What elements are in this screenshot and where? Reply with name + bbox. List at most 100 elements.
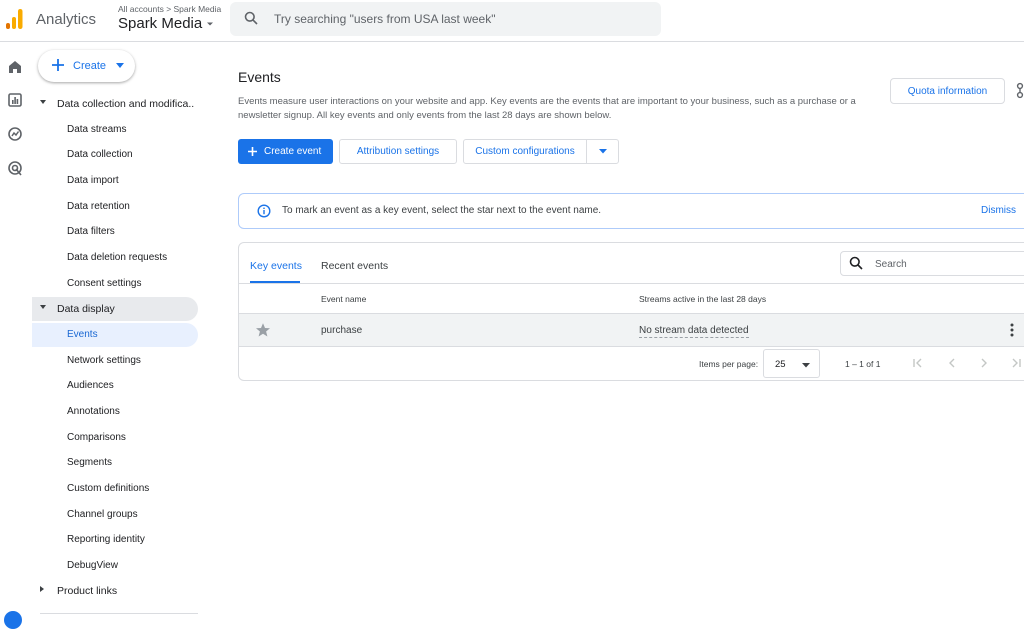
search-icon: [244, 11, 258, 25]
sidebar-item-data-import[interactable]: Data import: [32, 169, 198, 193]
sidebar-item-label: Audiences: [67, 380, 114, 391]
events-search-input[interactable]: [873, 256, 1023, 272]
create-event-button[interactable]: Create event: [238, 139, 333, 164]
caret-down-icon: [207, 22, 214, 25]
caret-down-icon: [598, 149, 607, 154]
sidebar-item-label: Data streams: [67, 124, 127, 135]
admin-avatar[interactable]: [4, 611, 22, 629]
explore-icon[interactable]: [6, 125, 24, 143]
events-card: Key events Recent events Event name Stre…: [238, 242, 1024, 381]
top-bar: Analytics All accounts > Spark Media Spa…: [0, 0, 1024, 42]
section-label: Product links: [57, 585, 118, 597]
key-event-info-banner: To mark an event as a key event, select …: [238, 193, 1024, 229]
column-header-streams-active[interactable]: Streams active in the last 28 days: [639, 294, 766, 304]
sidebar-item-data-deletion-requests[interactable]: Data deletion requests: [32, 246, 198, 270]
sidebar-item-data-collection[interactable]: Data collection: [32, 143, 198, 167]
banner-message: To mark an event as a key event, select …: [282, 205, 602, 216]
sidebar-item-comparisons[interactable]: Comparisons: [32, 426, 198, 450]
more-vert-icon[interactable]: [1009, 323, 1015, 337]
section-label: Data collection and modifica...: [57, 98, 195, 110]
plus-icon: [248, 147, 257, 156]
streams-status[interactable]: No stream data detected: [639, 325, 749, 338]
caret-right-icon: [40, 586, 44, 592]
sidebar-item-events[interactable]: Events: [32, 323, 198, 347]
previous-page-icon[interactable]: [945, 356, 959, 370]
table-row[interactable]: purchase No stream data detected: [239, 313, 1024, 347]
custom-configurations-button[interactable]: Custom configurations: [463, 139, 587, 164]
sidebar-item-channel-groups[interactable]: Channel groups: [32, 503, 198, 527]
column-header-event-name[interactable]: Event name: [321, 294, 366, 304]
sidebar-item-label: DebugView: [67, 560, 118, 571]
sidebar-item-data-retention[interactable]: Data retention: [32, 195, 198, 219]
items-per-page-label: Items per page:: [699, 359, 759, 369]
caret-down-icon: [40, 305, 46, 309]
sidebar-item-network-settings[interactable]: Network settings: [32, 349, 198, 373]
global-search-input[interactable]: [272, 9, 642, 29]
settings-icon[interactable]: [1013, 82, 1024, 100]
tabs-divider: [239, 283, 1024, 284]
section-data-collection[interactable]: Data collection and modifica...: [32, 92, 198, 116]
tab-key-events[interactable]: Key events: [250, 260, 302, 272]
section-label: Data display: [57, 303, 115, 315]
sidebar-item-consent-settings[interactable]: Consent settings: [32, 272, 198, 296]
sidebar-item-label: Data collection: [67, 149, 133, 160]
sidebar-item-label: Comparisons: [67, 432, 126, 443]
sidebar-item-custom-definitions[interactable]: Custom definitions: [32, 477, 198, 501]
sidebar-item-data-filters[interactable]: Data filters: [32, 220, 198, 244]
caret-down-icon: [40, 100, 46, 104]
sidebar-item-debugview[interactable]: DebugView: [32, 554, 198, 578]
items-per-page-value: 25: [775, 359, 786, 370]
sidebar-item-label: Reporting identity: [67, 534, 145, 545]
attribution-settings-button[interactable]: Attribution settings: [339, 139, 457, 164]
sidebar-item-label: Annotations: [67, 406, 120, 417]
admin-sidebar: Create Data collection and modifica... D…: [32, 42, 200, 619]
create-button-label: Create: [73, 60, 107, 72]
sidebar-item-audiences[interactable]: Audiences: [32, 374, 198, 398]
items-per-page-select[interactable]: 25: [763, 349, 820, 378]
page-title: Events: [238, 69, 281, 85]
dismiss-button[interactable]: Dismiss: [981, 205, 1016, 216]
reports-icon[interactable]: [6, 91, 24, 109]
sidebar-item-data-streams[interactable]: Data streams: [32, 118, 198, 142]
property-name: Spark Media: [118, 15, 203, 32]
sidebar-item-label: Channel groups: [67, 509, 138, 520]
sidebar-item-label: Consent settings: [67, 278, 142, 289]
home-icon[interactable]: [6, 58, 24, 76]
advertising-icon[interactable]: [6, 159, 24, 177]
account-breadcrumb[interactable]: All accounts > Spark Media: [118, 4, 221, 14]
create-event-label: Create event: [264, 146, 322, 157]
sidebar-item-label: Segments: [67, 457, 113, 468]
caret-down-icon: [116, 63, 124, 68]
pagination-range: 1 – 1 of 1: [845, 359, 881, 369]
sidebar-item-label: Data filters: [67, 226, 115, 237]
sidebar-item-label: Custom definitions: [67, 483, 150, 494]
events-search[interactable]: [840, 251, 1024, 276]
sidebar-item-annotations[interactable]: Annotations: [32, 400, 198, 424]
event-name: purchase: [321, 325, 363, 336]
next-page-icon[interactable]: [977, 356, 991, 370]
property-selector[interactable]: Spark Media: [118, 15, 214, 32]
caret-down-icon: [802, 363, 810, 368]
info-icon: [257, 204, 271, 218]
sidebar-item-reporting-identity[interactable]: Reporting identity: [32, 528, 198, 552]
quota-information-button[interactable]: Quota information: [890, 78, 1005, 104]
first-page-icon[interactable]: [911, 356, 925, 370]
app-title: Analytics: [36, 11, 97, 28]
sidebar-item-segments[interactable]: Segments: [32, 451, 198, 475]
page-description: Events measure user interactions on your…: [238, 96, 856, 121]
sidebar-divider: [40, 613, 198, 614]
custom-configurations-dropdown[interactable]: [586, 139, 619, 164]
global-search[interactable]: [230, 2, 661, 36]
tab-recent-events[interactable]: Recent events: [321, 260, 388, 272]
sidebar-item-label: Events: [67, 329, 98, 340]
section-product-links[interactable]: Product links: [32, 579, 198, 603]
sidebar-item-label: Data retention: [67, 201, 130, 212]
create-button[interactable]: Create: [38, 50, 135, 82]
last-page-icon[interactable]: [1009, 356, 1023, 370]
star-icon[interactable]: [255, 322, 271, 338]
sidebar-item-label: Data import: [67, 175, 119, 186]
left-rail: [0, 42, 32, 619]
sidebar-item-label: Network settings: [67, 355, 141, 366]
sidebar-item-label: Data deletion requests: [67, 252, 168, 263]
section-data-display[interactable]: Data display: [32, 297, 198, 321]
